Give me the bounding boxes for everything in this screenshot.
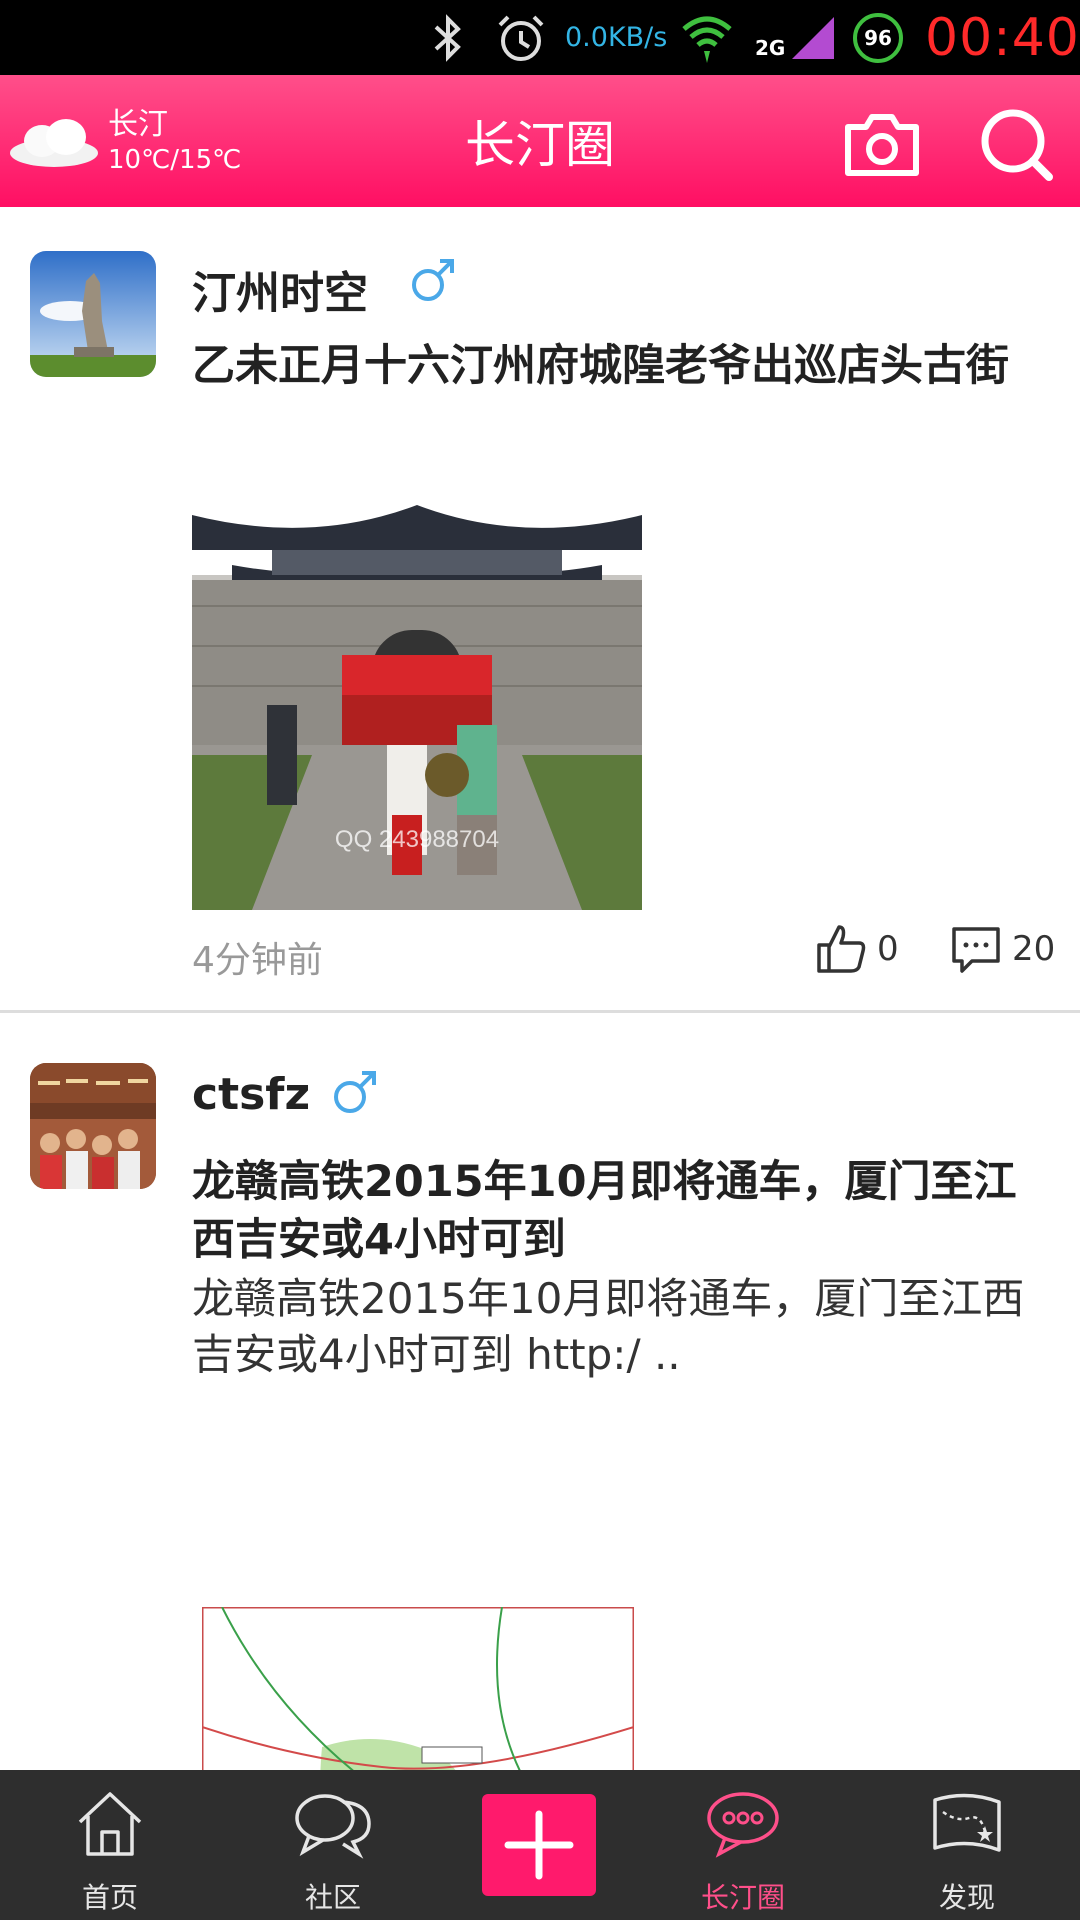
nav-item-discover[interactable]: 发现 <box>877 1770 1057 1920</box>
add-icon <box>504 1810 574 1880</box>
network-speed: 0.0KB/s <box>565 22 668 53</box>
comment-icon <box>952 927 1000 973</box>
app-header: 长汀 10℃/15℃ 长汀圈 <box>0 75 1080 207</box>
search-icon[interactable] <box>975 103 1059 187</box>
like-button[interactable]: 0 <box>815 923 899 975</box>
feed-post[interactable]: ctsfz 龙赣高铁2015年10月即将通车，厦门至江西吉安或4小时可到 龙赣高… <box>0 1013 1080 1770</box>
nav-label-community: 社区 <box>304 1881 361 1914</box>
wifi-icon <box>680 0 734 75</box>
add-post-button[interactable] <box>482 1794 596 1896</box>
post-time: 4分钟前 <box>192 940 323 981</box>
nav-item-home[interactable]: 首页 <box>20 1770 200 1920</box>
community-chat-icon <box>295 1794 371 1859</box>
post-image[interactable] <box>202 1607 634 1770</box>
app-screen: 0.0KB/s 2G 96 00:40 长汀 10℃/15℃ 长汀圈 汀州时空 … <box>0 0 1080 1920</box>
nav-item-community[interactable]: 社区 <box>243 1770 423 1920</box>
post-username[interactable]: 汀州时空 <box>192 257 368 321</box>
comment-count: 20 <box>1012 929 1056 969</box>
post-feed[interactable]: 汀州时空 乙未正月十六汀州府城隍老爷出巡店头古街 QQ 243988704 4分… <box>0 207 1080 1770</box>
user-avatar[interactable] <box>30 251 156 377</box>
male-gender-icon <box>330 1067 380 1117</box>
nav-label-home: 首页 <box>81 1881 138 1914</box>
cell-signal-icon <box>790 0 836 75</box>
post-image[interactable]: QQ 243988704 <box>192 455 642 910</box>
nav-label-circle: 长汀圈 <box>700 1881 785 1914</box>
circle-chat-icon <box>707 1792 779 1858</box>
image-watermark: QQ 243988704 <box>335 826 499 853</box>
user-avatar[interactable] <box>30 1063 156 1189</box>
status-bar: 0.0KB/s 2G 96 00:40 <box>0 0 1080 75</box>
home-icon <box>78 1792 142 1856</box>
comment-button[interactable]: 20 <box>950 923 1055 975</box>
discover-map-icon <box>933 1793 1001 1852</box>
status-clock: 00:40 <box>925 7 1080 68</box>
feed-post[interactable]: 汀州时空 乙未正月十六汀州府城隍老爷出巡店头古街 QQ 243988704 4分… <box>0 207 1080 1013</box>
camera-icon[interactable] <box>840 103 924 187</box>
signal-type: 2G <box>755 35 786 60</box>
alarm-icon <box>494 0 548 75</box>
post-title[interactable]: 龙赣高铁2015年10月即将通车，厦门至江西吉安或4小时可到 <box>192 1153 1032 1269</box>
post-username[interactable]: ctsfz <box>192 1069 310 1120</box>
post-body[interactable]: 龙赣高铁2015年10月即将通车，厦门至江西吉安或4小时可到 http:/ .. <box>192 1271 1032 1383</box>
bluetooth-icon <box>430 0 466 75</box>
thumbs-up-icon <box>817 925 866 973</box>
battery-level: 96 <box>853 12 903 63</box>
post-title[interactable]: 乙未正月十六汀州府城隍老爷出巡店头古街 <box>192 337 1032 395</box>
nav-item-circle[interactable]: 长汀圈 <box>653 1770 833 1920</box>
bottom-navigation: 首页 社区 长汀圈 发现 <box>0 1770 1080 1920</box>
battery-indicator: 96 <box>853 0 903 75</box>
male-gender-icon <box>408 255 458 305</box>
nav-label-discover: 发现 <box>938 1881 995 1914</box>
like-count: 0 <box>877 929 899 969</box>
